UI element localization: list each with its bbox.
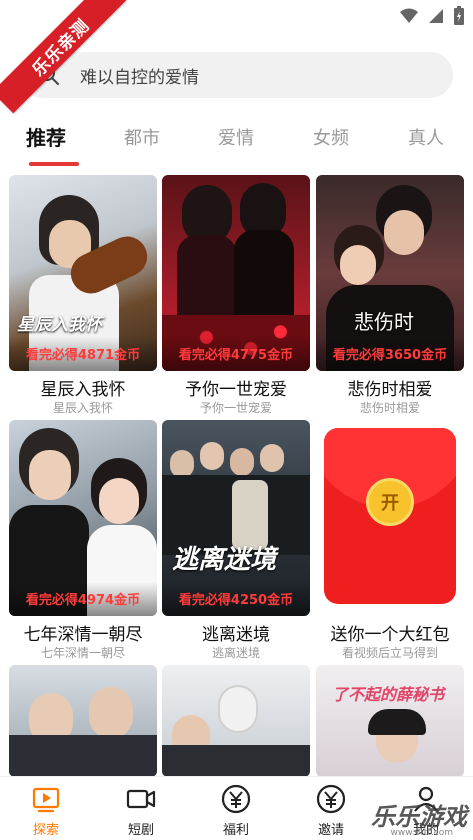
poster-image: 悲伤时 看完必得3650金币 xyxy=(316,175,464,371)
tab-recommend[interactable]: 推荐 xyxy=(26,122,66,151)
nav-short-drama[interactable]: 短剧 xyxy=(111,783,171,838)
battery-icon xyxy=(454,6,464,25)
search-input[interactable]: 难以自控的爱情 xyxy=(80,63,199,88)
card-subtitle: 悲伤时相爱 xyxy=(359,401,420,415)
poster-image: 了不起的薛秘书 xyxy=(316,665,464,777)
red-envelope: 开 xyxy=(324,428,456,604)
card-title: 星辰入我怀 xyxy=(40,380,126,400)
card-title: 送你一个大红包 xyxy=(330,625,450,645)
coin-reward-text: 看完必得4871金币 xyxy=(25,348,141,363)
card-subtitle: 逃离迷境 xyxy=(211,646,260,660)
bottom-navigation: 探索 短剧 福利 邀请 我的 乐乐游戏 www.6ttt.com xyxy=(0,776,473,840)
open-coin-icon: 开 xyxy=(366,478,414,526)
yen-circle-icon xyxy=(221,784,251,814)
tab-urban[interactable]: 都市 xyxy=(124,124,160,150)
card-subtitle: 看视频后立马得到 xyxy=(341,646,438,660)
coin-reward-text: 看完必得4775金币 xyxy=(178,348,294,363)
card-title: 予你一世宠爱 xyxy=(185,380,287,400)
category-tabs: 推荐 都市 爱情 女频 真人 xyxy=(0,118,473,168)
poster-title-text: 逃离迷境 xyxy=(172,545,277,575)
coin-reward-text: 看完必得4974金币 xyxy=(25,593,141,608)
wifi-icon xyxy=(400,8,418,23)
poster-image xyxy=(162,665,310,777)
video-camera-icon xyxy=(126,789,156,809)
card-title: 七年深情一朝尽 xyxy=(23,625,143,645)
poster-title-text: 悲伤时 xyxy=(354,310,414,334)
play-square-icon xyxy=(32,787,60,813)
nav-explore[interactable]: 探索 xyxy=(16,783,76,838)
coin-reward-text: 看完必得3650金币 xyxy=(332,348,448,363)
coin-reward-text: 看完必得4250金币 xyxy=(178,593,294,608)
card-subtitle: 予你一世宠爱 xyxy=(199,401,272,415)
card-title: 悲伤时相爱 xyxy=(347,380,433,400)
tab-romance[interactable]: 爱情 xyxy=(218,124,254,150)
poster-title-text: 星辰入我怀 xyxy=(17,315,102,335)
poster-image: 看完必得4775金币 xyxy=(162,175,310,371)
nav-label: 探索 xyxy=(32,823,59,838)
card-title: 逃离迷境 xyxy=(202,625,270,645)
nav-welfare[interactable]: 福利 xyxy=(206,783,266,838)
yen-circle-icon xyxy=(316,784,346,814)
poster-title-text: 了不起的薛秘书 xyxy=(332,685,445,704)
red-envelope-image: 开 xyxy=(316,420,464,616)
watermark-logo: 乐乐游戏 xyxy=(371,803,467,831)
poster-image: 看完必得4974金币 xyxy=(9,420,157,616)
nav-label: 福利 xyxy=(222,823,249,838)
signal-icon xyxy=(429,9,443,23)
tab-female[interactable]: 女频 xyxy=(313,124,349,150)
nav-invite[interactable]: 邀请 xyxy=(301,783,361,838)
poster-image xyxy=(9,665,157,777)
search-bar[interactable]: 难以自控的爱情 xyxy=(20,52,453,98)
poster-image: 逃离迷境 看完必得4250金币 xyxy=(162,420,310,616)
card-subtitle: 七年深情一朝尽 xyxy=(40,646,125,660)
tab-live-action[interactable]: 真人 xyxy=(408,124,444,150)
nav-label: 邀请 xyxy=(317,823,344,838)
poster-image: 星辰入我怀 看完必得4871金币 xyxy=(9,175,157,371)
watermark-url: www.6ttt.com xyxy=(390,828,453,838)
active-tab-indicator xyxy=(29,162,79,166)
nav-label: 短剧 xyxy=(127,823,154,838)
card-subtitle: 星辰入我怀 xyxy=(52,401,113,415)
